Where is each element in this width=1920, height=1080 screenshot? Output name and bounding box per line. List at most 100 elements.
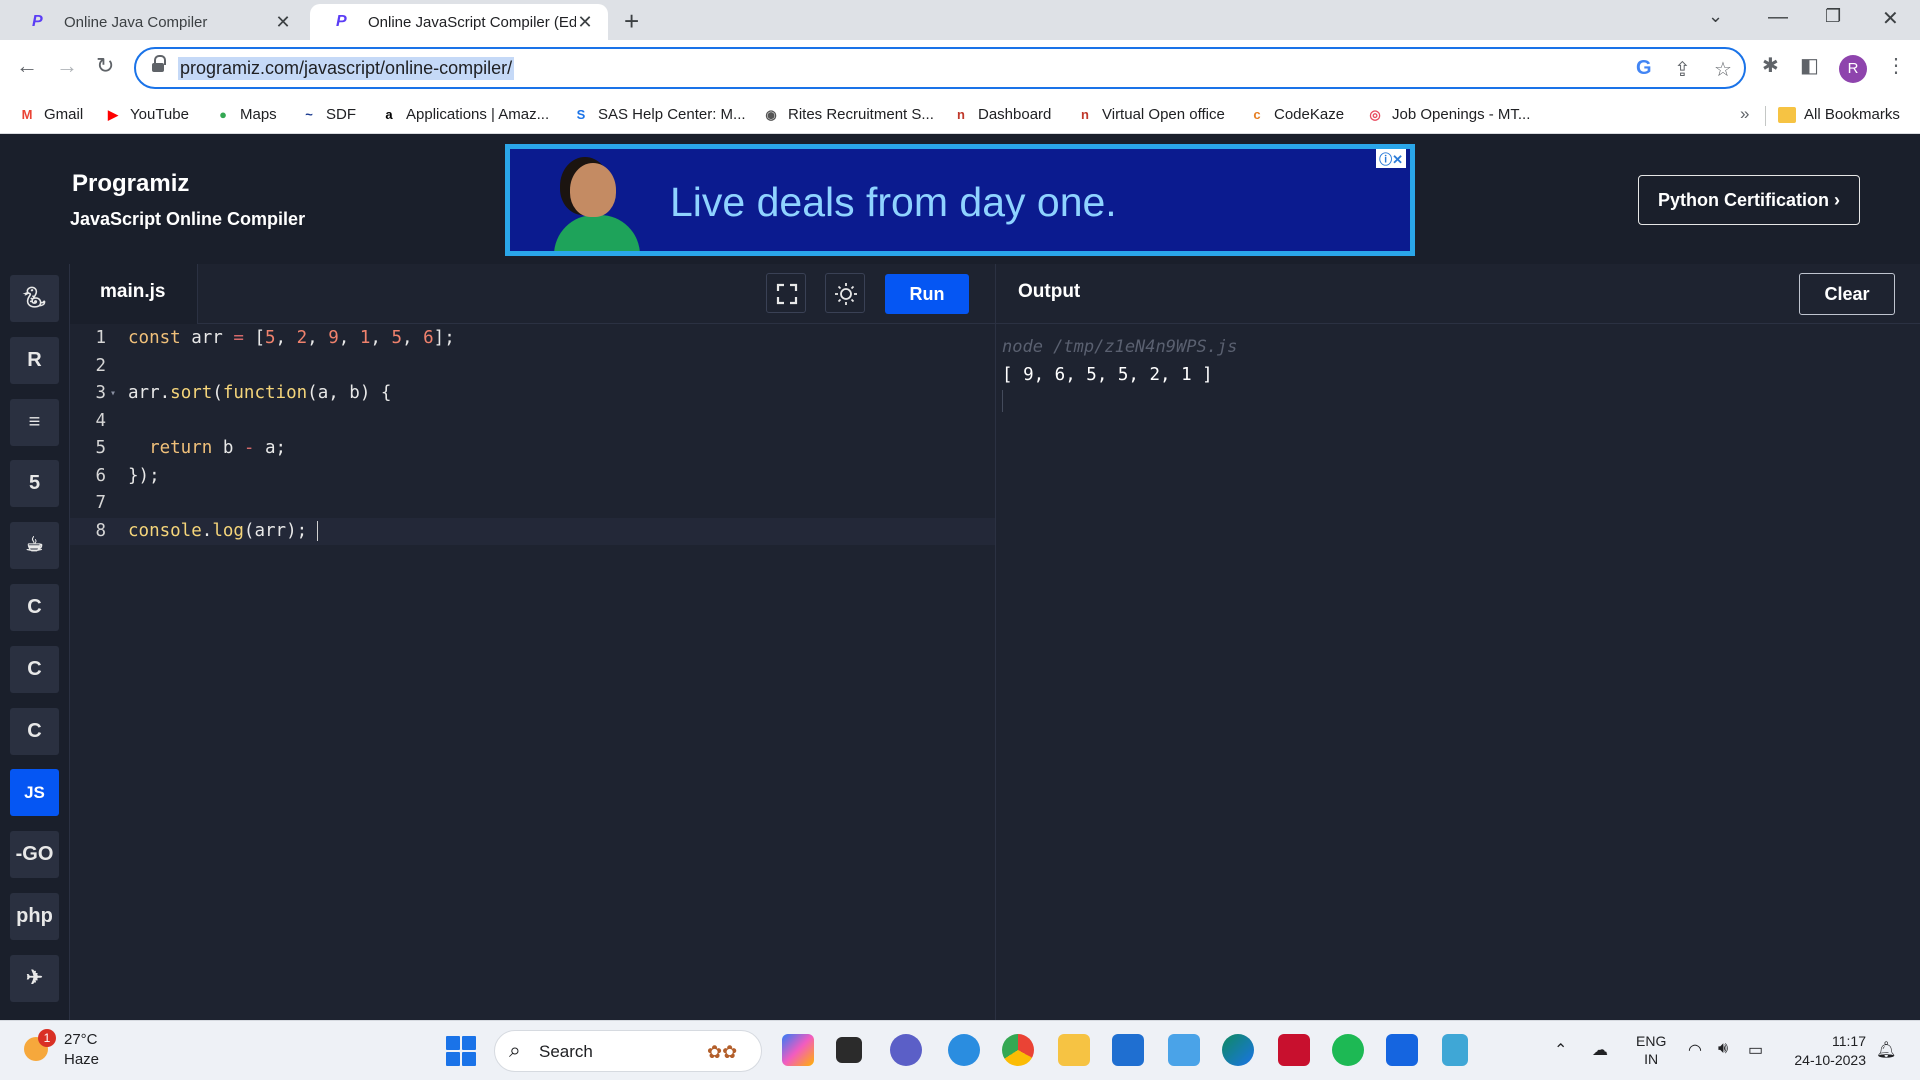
mcafee-icon[interactable] (1278, 1034, 1310, 1066)
clear-button[interactable]: Clear (1799, 273, 1895, 315)
ad-info-close-icon[interactable]: ⓘ✕ (1376, 149, 1406, 168)
close-tab-icon[interactable]: ✕ (274, 12, 292, 33)
extensions-puzzle-icon[interactable]: ✱ (1762, 53, 1779, 78)
chrome-menu-icon[interactable]: ⋮ (1886, 53, 1906, 78)
url-text[interactable]: programiz.com/javascript/online-compiler… (178, 57, 515, 80)
new-tab-button[interactable]: + (624, 6, 639, 37)
advertisement-banner[interactable]: Live deals from day one. ⓘ✕ (505, 144, 1415, 256)
weather-temperature[interactable]: 27°C (64, 1031, 98, 1048)
bookmark-item[interactable]: n Dashboard (952, 106, 1051, 123)
bookmark-label: Gmail (44, 106, 84, 123)
bookmark-item[interactable]: ● Maps (214, 106, 277, 123)
copilot-app-icon[interactable] (782, 1034, 814, 1066)
notepad-icon[interactable] (1442, 1034, 1468, 1066)
show-hidden-icons-chevron-icon[interactable]: ⌃ (1554, 1040, 1567, 1060)
chrome-taskbar-icon[interactable] (1002, 1034, 1034, 1066)
run-button[interactable]: Run (885, 274, 969, 314)
file-tab-main-js[interactable]: main.js (70, 264, 198, 324)
tab-title: Online Java Compiler (64, 13, 208, 31)
more-bookmarks-icon[interactable]: » (1740, 104, 1749, 124)
code-text[interactable]: arr.sort(function(a, b) { (128, 380, 391, 408)
back-arrow-icon[interactable]: ← (16, 53, 38, 79)
windows-start-icon[interactable] (446, 1036, 476, 1066)
bookmark-item[interactable]: c CodeKaze (1248, 106, 1344, 123)
theme-toggle-button[interactable] (825, 273, 865, 313)
close-window-icon[interactable]: ✕ (1882, 6, 1899, 31)
code-text[interactable]: console.log(arr); (128, 518, 319, 546)
close-tab-icon[interactable]: ✕ (576, 12, 594, 33)
code-line[interactable]: 2 (70, 353, 995, 381)
volume-icon[interactable]: 🔊︎ (1718, 1040, 1728, 1058)
code-line[interactable]: 1 const arr = [5, 2, 9, 1, 5, 6]; (70, 325, 995, 353)
language-javascript-icon[interactable]: JS (10, 769, 59, 817)
bookmark-item[interactable]: M Gmail (18, 106, 84, 123)
profile-avatar[interactable]: R (1839, 55, 1867, 83)
edge-browser-icon[interactable] (1222, 1034, 1254, 1066)
tab-online-javascript-compiler[interactable]: P Online JavaScript Compiler (Edit ✕ (310, 4, 608, 40)
language-csharp-icon[interactable]: C (10, 707, 59, 755)
bookmark-star-icon[interactable]: ☆ (1714, 57, 1732, 82)
language-python-icon[interactable]: 🐍︎ (10, 275, 59, 322)
tab-search-chevron-icon[interactable]: ⌄ (1708, 6, 1723, 27)
myhp-icon[interactable] (1168, 1034, 1200, 1066)
notification-bell-icon[interactable]: 🔔︎ (1876, 1040, 1896, 1060)
bookmark-item[interactable]: ▶ YouTube (104, 106, 189, 123)
code-area[interactable]: 1 const arr = [5, 2, 9, 1, 5, 6]; 2 3 ▾ arr.s… (70, 325, 995, 545)
language-c-icon[interactable]: C (10, 584, 59, 631)
language-r-icon[interactable]: R (10, 336, 59, 384)
fullscreen-button[interactable] (766, 273, 806, 313)
microsoft-store-icon[interactable] (1112, 1034, 1144, 1066)
fold-arrow-icon[interactable]: ▾ (110, 380, 116, 408)
restore-icon[interactable]: ❐ (1825, 6, 1841, 27)
power-automate-icon[interactable] (1386, 1034, 1418, 1066)
code-line[interactable]: 6}); (70, 463, 995, 491)
programiz-logo[interactable]: Programiz (72, 170, 189, 198)
bookmark-item[interactable]: a Applications | Amaz... (380, 106, 549, 123)
code-line[interactable]: 3 ▾ arr.sort(function(a, b) { (70, 380, 995, 408)
bookmark-item[interactable]: ~ SDF (300, 106, 356, 123)
language-cpp-icon[interactable]: C (10, 645, 59, 693)
teams-chat-icon[interactable] (890, 1034, 922, 1066)
minimize-icon[interactable]: — (1768, 6, 1788, 29)
code-text[interactable]: }); (128, 463, 160, 491)
code-line[interactable]: 7 (70, 490, 995, 518)
system-clock[interactable]: 11:17 24-10-2023 (1786, 1032, 1866, 1070)
share-icon[interactable]: ⇪ (1674, 57, 1691, 82)
task-view-icon[interactable] (836, 1037, 862, 1063)
language-java-icon[interactable]: ☕︎ (10, 522, 59, 570)
language-sql-icon[interactable]: ≡ (10, 398, 59, 446)
language-html-icon[interactable]: 5 (10, 460, 59, 508)
code-line[interactable]: 5 return b - a; (70, 435, 995, 463)
taskbar-search-box[interactable]: ⌕ Search ✿✿ (494, 1030, 762, 1072)
all-bookmarks-folder[interactable]: All Bookmarks (1778, 106, 1900, 123)
output-input-caret[interactable] (1002, 390, 1003, 412)
bookmark-item[interactable]: n Virtual Open office (1076, 106, 1225, 123)
language-swift-icon[interactable]: ✈︎ (10, 954, 59, 1002)
file-explorer-icon[interactable] (1058, 1034, 1090, 1066)
forward-arrow-icon[interactable]: → (56, 53, 78, 79)
wifi-icon[interactable]: ◠ (1688, 1040, 1702, 1060)
weather-condition[interactable]: Haze (64, 1051, 99, 1068)
code-line[interactable]: 8 console.log(arr); (70, 517, 995, 546)
side-panel-icon[interactable]: ◧ (1800, 53, 1819, 78)
lock-icon[interactable] (152, 55, 166, 74)
onedrive-status-icon[interactable]: ☁︎ (1592, 1040, 1608, 1060)
battery-icon[interactable]: ▭ (1748, 1040, 1763, 1060)
code-text[interactable]: const arr = [5, 2, 9, 1, 5, 6]; (128, 325, 455, 353)
python-certification-button[interactable]: Python Certification › (1638, 175, 1860, 225)
bookmark-item[interactable]: S SAS Help Center: M... (572, 106, 746, 123)
address-bar[interactable]: programiz.com/javascript/online-compiler… (134, 47, 1746, 89)
language-php-icon[interactable]: php (10, 893, 59, 940)
bookmark-item[interactable]: ◎ Job Openings - MT... (1366, 106, 1530, 123)
language-go-icon[interactable]: -GO (10, 831, 59, 879)
reload-icon[interactable]: ↻ (96, 53, 114, 79)
tab-online-java-compiler[interactable]: P Online Java Compiler ✕ (6, 4, 306, 40)
spotify-icon[interactable] (1332, 1034, 1364, 1066)
bookmark-favicon-icon: ~ (305, 106, 313, 122)
help-app-icon[interactable] (948, 1034, 980, 1066)
input-language-indicator[interactable]: ENG IN (1636, 1032, 1666, 1068)
bookmark-item[interactable]: ◉ Rites Recruitment S... (762, 106, 934, 123)
google-lens-icon[interactable]: G (1636, 57, 1652, 80)
code-line[interactable]: 4 (70, 408, 995, 436)
code-text[interactable]: return b - a; (128, 435, 286, 463)
